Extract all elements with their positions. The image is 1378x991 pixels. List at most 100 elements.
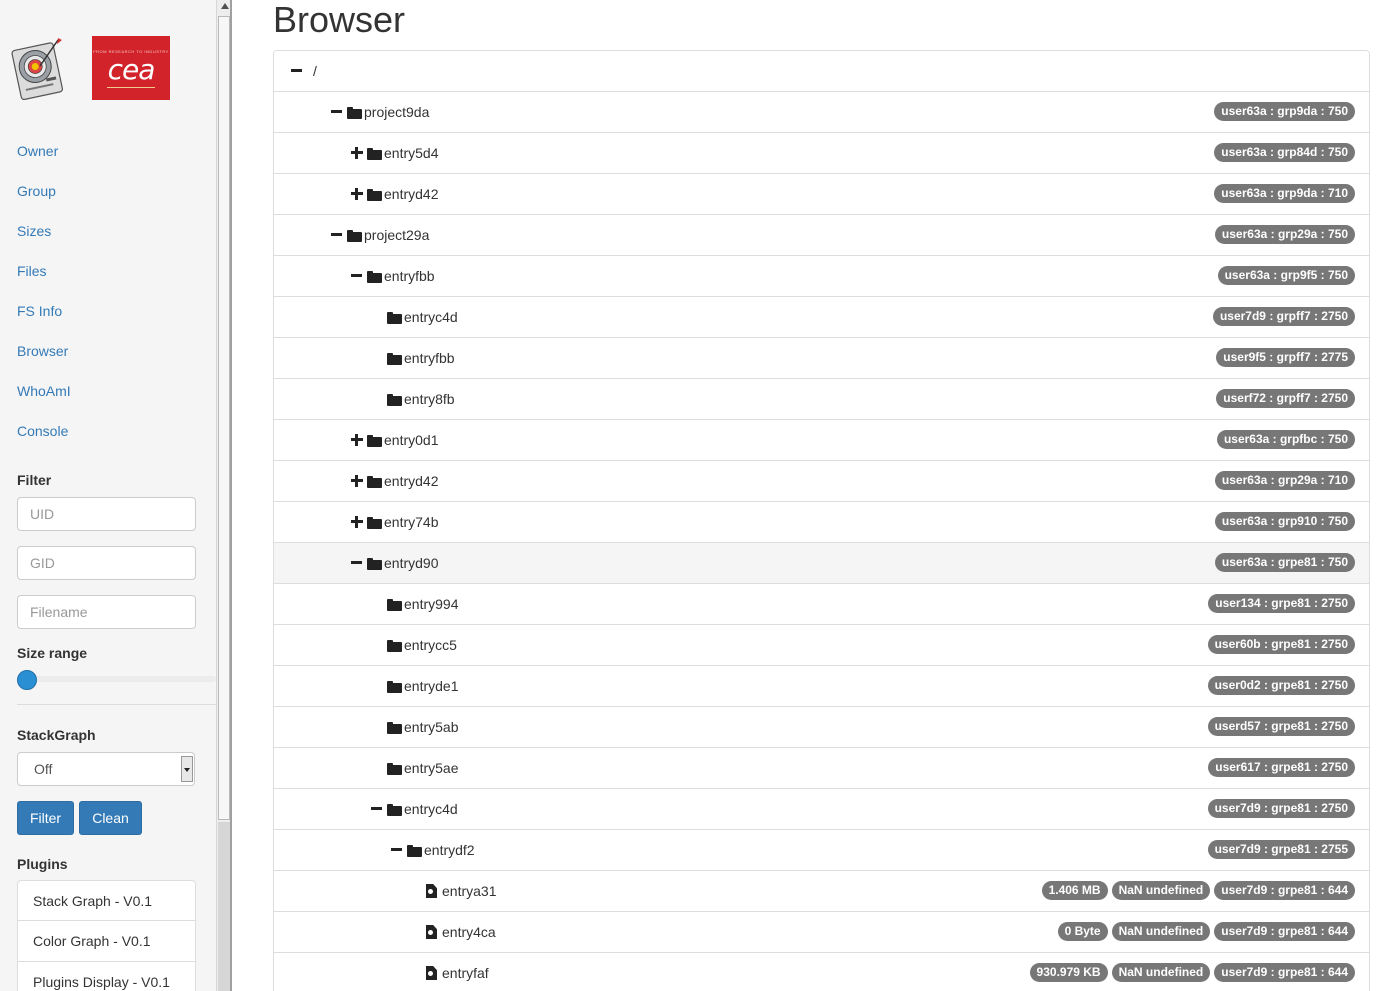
nav-console[interactable]: Console [17, 420, 71, 460]
tree-row[interactable]: entrycc5 user60b : grpe81 : 2750 [274, 625, 1369, 666]
nav-whoami[interactable]: WhoAmI [17, 380, 71, 420]
plugin-color-graph[interactable]: Color Graph - V0.1 [17, 921, 196, 962]
cea-tagline: FROM RESEARCH TO INDUSTRY [93, 49, 169, 54]
badge-group: user63a : grp9f5 : 750 [1217, 266, 1355, 285]
stackgraph-select[interactable]: Off [17, 752, 195, 786]
tree-row[interactable]: entryd90 user63a : grpe81 : 750 [274, 543, 1369, 584]
tree-row[interactable]: entryd42 user63a : grp29a : 710 [274, 461, 1369, 502]
badge-group: userf72 : grpff7 : 2750 [1216, 389, 1355, 408]
tree-node-name[interactable]: entryde1 [404, 678, 458, 694]
nav-group[interactable]: Group [17, 180, 71, 220]
tree-node-name[interactable]: entryd42 [384, 473, 438, 489]
tree-row[interactable]: entry5ae user617 : grpe81 : 2750 [274, 748, 1369, 789]
clean-button[interactable]: Clean [79, 801, 142, 835]
expand-icon[interactable] [350, 474, 364, 488]
badge-group: userd57 : grpe81 : 2750 [1207, 717, 1355, 736]
tree-node-name[interactable]: entry4ca [442, 924, 496, 940]
expand-icon[interactable] [350, 146, 364, 160]
expand-icon[interactable] [350, 187, 364, 201]
tree-row[interactable]: entry994 user134 : grpe81 : 2750 [274, 584, 1369, 625]
gid-input[interactable] [17, 546, 196, 580]
size-range-handle[interactable] [17, 670, 37, 690]
tree-node-name[interactable]: entryd42 [384, 186, 438, 202]
tree-node-name[interactable]: entry74b [384, 514, 438, 530]
tree-node-name[interactable]: entrydf2 [424, 842, 475, 858]
tree-node-name[interactable]: entryfbb [404, 350, 455, 366]
filter-button[interactable]: Filter [17, 801, 74, 835]
tree-node-name[interactable]: entrycc5 [404, 637, 457, 653]
tree-node-name[interactable]: entry0d1 [384, 432, 438, 448]
stackgraph-selected-value: Off [34, 761, 53, 777]
plugin-stack-graph[interactable]: Stack Graph - V0.1 [17, 880, 196, 921]
tree-row[interactable]: entryfaf 930.979 KB NaN undefined user7d9 :… [274, 953, 1369, 991]
tree-node-name[interactable]: project29a [364, 227, 429, 243]
status-badge: user7d9 : grpff7 : 2750 [1212, 307, 1355, 326]
collapse-icon[interactable] [390, 843, 404, 857]
tree-row[interactable]: entrya31 1.406 MB NaN undefined user7d9 : g… [274, 871, 1369, 912]
tree-row[interactable]: entry5ab userd57 : grpe81 : 2750 [274, 707, 1369, 748]
status-badge: user7d9 : grpe81 : 644 [1214, 963, 1355, 982]
tree-row[interactable]: project29a user63a : grp29a : 750 [274, 215, 1369, 256]
expand-icon[interactable] [350, 515, 364, 529]
tree-node-name[interactable]: project9da [364, 104, 429, 120]
size-range-track[interactable] [17, 676, 216, 682]
badge-group: user7d9 : grpff7 : 2750 [1212, 307, 1355, 326]
sidebar-scrollbar[interactable] [216, 0, 232, 991]
uid-input[interactable] [17, 497, 196, 531]
tree-node-name[interactable]: entryd90 [384, 555, 438, 571]
tree-row[interactable]: entryc4d user7d9 : grpe81 : 2750 [274, 789, 1369, 830]
collapse-icon[interactable] [350, 269, 364, 283]
disk-target-logo-icon [11, 38, 64, 100]
tree-row[interactable]: entry5d4 user63a : grp84d : 750 [274, 133, 1369, 174]
tree-node-name: / [313, 63, 317, 79]
tree-row[interactable]: entryfbb user63a : grp9f5 : 750 [274, 256, 1369, 297]
tree-row[interactable]: entryde1 user0d2 : grpe81 : 2750 [274, 666, 1369, 707]
nav-owner[interactable]: Owner [17, 140, 71, 180]
tree-node-name[interactable]: entry994 [404, 596, 458, 612]
tree-row-root[interactable]: / [274, 51, 1369, 92]
status-badge: userd57 : grpe81 : 2750 [1207, 717, 1355, 736]
nav-browser[interactable]: Browser [17, 340, 71, 380]
badge-group: user7d9 : grpe81 : 2750 [1207, 799, 1355, 818]
tree-row[interactable]: entry74b user63a : grp910 : 750 [274, 502, 1369, 543]
tree-node-name[interactable]: entryc4d [404, 801, 458, 817]
tree-node-name[interactable]: entry5ae [404, 760, 458, 776]
tree-node-name[interactable]: entrya31 [442, 883, 496, 899]
collapse-icon[interactable] [330, 228, 344, 242]
tree-row[interactable]: project9da user63a : grp9da : 750 [274, 92, 1369, 133]
badge-group: 930.979 KB NaN undefined user7d9 : grpe81 … [1029, 963, 1355, 982]
tree-row[interactable]: entryd42 user63a : grp9da : 710 [274, 174, 1369, 215]
collapse-icon[interactable] [370, 802, 384, 816]
tree-node-name[interactable]: entryfaf [442, 965, 489, 981]
expand-icon[interactable] [350, 433, 364, 447]
collapse-icon[interactable] [350, 556, 364, 570]
tree-node-name[interactable]: entryc4d [404, 309, 458, 325]
collapse-icon[interactable] [290, 64, 304, 78]
file-icon [426, 925, 437, 939]
folder-icon [367, 516, 382, 529]
tree-node-name[interactable]: entry5ab [404, 719, 458, 735]
filename-input[interactable] [17, 595, 196, 629]
badge-group: 0 Byte NaN undefined user7d9 : grpe81 : 64… [1057, 922, 1355, 941]
cea-logo-bar [107, 86, 155, 88]
tree-node-name[interactable]: entry8fb [404, 391, 455, 407]
nav-sizes[interactable]: Sizes [17, 220, 71, 260]
tree-row[interactable]: entry8fb userf72 : grpff7 : 2750 [274, 379, 1369, 420]
tree-row[interactable]: entry4ca 0 Byte NaN undefined user7d9 : grp… [274, 912, 1369, 953]
tree-row[interactable]: entry0d1 user63a : grpfbc : 750 [274, 420, 1369, 461]
plugin-plugins-display[interactable]: Plugins Display - V0.1 [17, 962, 196, 991]
scroll-up-arrow-icon[interactable] [221, 3, 229, 9]
scrollbar-track[interactable] [218, 822, 230, 991]
nav-files[interactable]: Files [17, 260, 71, 300]
scrollbar-thumb[interactable] [218, 16, 230, 820]
collapse-icon[interactable] [330, 105, 344, 119]
tree-row[interactable]: entrydf2 user7d9 : grpe81 : 2755 [274, 830, 1369, 871]
status-badge: user7d9 : grpe81 : 644 [1214, 922, 1355, 941]
tree-node-name[interactable]: entryfbb [384, 268, 435, 284]
tree-row[interactable]: entryc4d user7d9 : grpff7 : 2750 [274, 297, 1369, 338]
tree-node-name[interactable]: entry5d4 [384, 145, 438, 161]
nav-fs-info[interactable]: FS Info [17, 300, 71, 340]
page-title: Browser [273, 0, 406, 40]
tree-row[interactable]: entryfbb user9f5 : grpff7 : 2775 [274, 338, 1369, 379]
folder-icon [387, 598, 402, 611]
